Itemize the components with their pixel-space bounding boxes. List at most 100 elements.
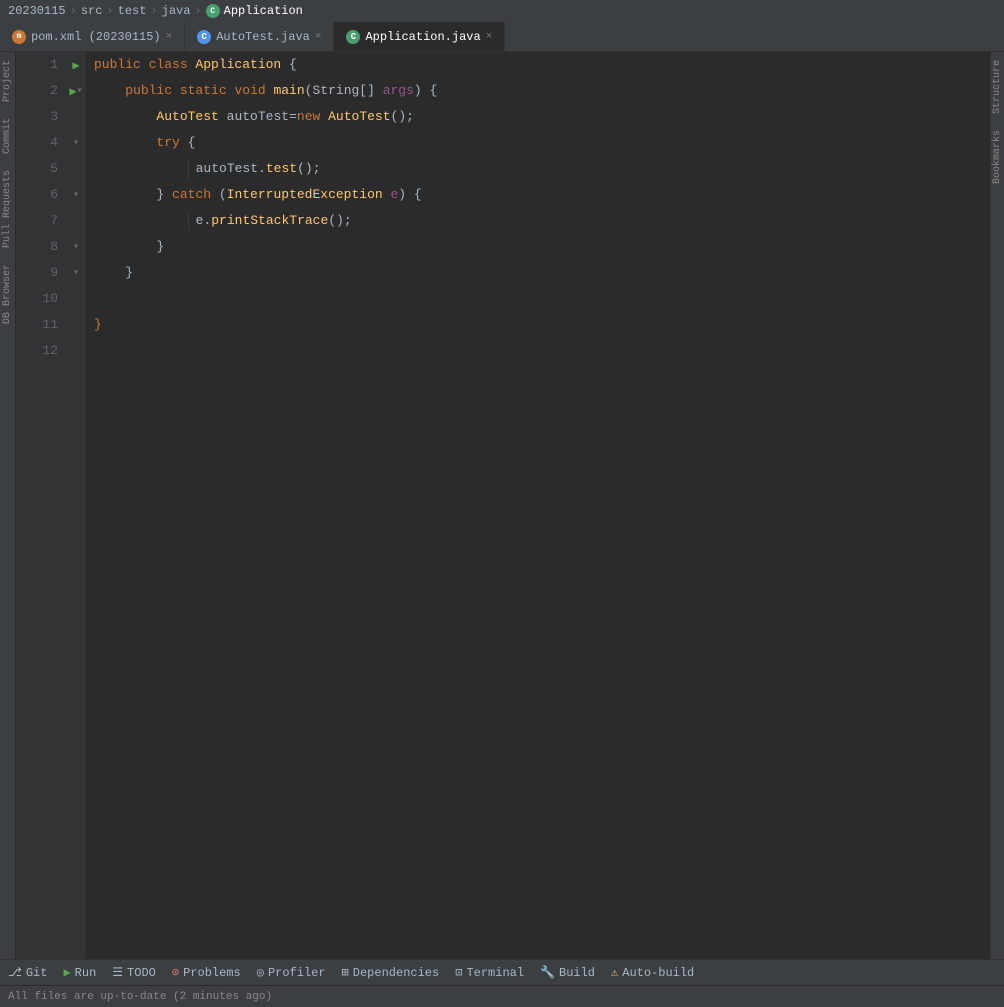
line-num-11: 11	[16, 312, 66, 338]
tab-icon-application: C	[346, 30, 360, 44]
gutter-3	[66, 104, 86, 130]
line-num-6: 6	[16, 182, 66, 208]
sidebar-item-commit[interactable]: Commit	[0, 110, 15, 162]
line-num-5: 5	[16, 156, 66, 182]
todo-icon: ☰	[112, 965, 123, 980]
code-line-3: AutoTest autoTest=new AutoTest();	[94, 104, 982, 130]
toolbar-autobuild-label: Auto-build	[622, 966, 694, 980]
gutter-5	[66, 156, 86, 182]
problems-icon: ⊙	[172, 965, 179, 980]
breadcrumb-item-test[interactable]: test	[118, 4, 147, 18]
fold-icon-8[interactable]: ▾	[73, 241, 79, 253]
sidebar-item-pull-requests[interactable]: Pull Requests	[0, 162, 15, 256]
autobuild-icon: ⚠	[611, 965, 618, 980]
tab-icon-autotest: C	[197, 30, 211, 44]
fold-icon-2[interactable]: ▾	[77, 85, 83, 97]
fold-icon-9[interactable]: ▾	[73, 267, 79, 279]
code-line-8: }	[94, 234, 982, 260]
toolbar-dependencies-label: Dependencies	[353, 966, 439, 980]
toolbar-todo[interactable]: ☰ TODO	[112, 965, 156, 980]
code-line-1: public class Application {	[94, 52, 982, 78]
toolbar-terminal[interactable]: ⊡ Terminal	[455, 965, 524, 980]
code-line-4: try {	[94, 130, 982, 156]
tab-label-application: Application.java	[365, 30, 480, 44]
terminal-icon: ⊡	[455, 965, 462, 980]
code-editor[interactable]: public class Application { public static…	[86, 52, 990, 959]
gutter-fold-9[interactable]: ▾	[66, 260, 86, 286]
tab-close-application[interactable]: ×	[486, 31, 493, 43]
status-text: All files are up-to-date (2 minutes ago)	[8, 991, 272, 1003]
breadcrumb-item-root[interactable]: 20230115	[8, 4, 66, 18]
editor-area: 1 2 3 4 5 6 7 8 9 10 11 12 ▶ ▶ ▾	[16, 52, 990, 959]
gutter-fold-8[interactable]: ▾	[66, 234, 86, 260]
tab-application[interactable]: C Application.java ×	[334, 22, 505, 51]
run-icon-1[interactable]: ▶	[72, 58, 79, 73]
code-line-9: }	[94, 260, 982, 286]
toolbar-profiler-label: Profiler	[268, 966, 326, 980]
git-icon: ⎇	[8, 965, 22, 980]
tab-autotest[interactable]: C AutoTest.java ×	[185, 22, 334, 51]
sidebar-item-db-browser[interactable]: DB Browser	[0, 256, 15, 332]
tab-close-autotest[interactable]: ×	[315, 31, 322, 43]
toolbar-dependencies[interactable]: ⊞ Dependencies	[342, 965, 440, 980]
fold-icon-6[interactable]: ▾	[73, 189, 79, 201]
gutter-11	[66, 312, 86, 338]
gutter-10	[66, 286, 86, 312]
line-num-7: 7	[16, 208, 66, 234]
gutter-run-1[interactable]: ▶	[66, 52, 86, 78]
code-line-2: public static void main(String[] args) {	[94, 78, 982, 104]
toolbar-problems[interactable]: ⊙ Problems	[172, 965, 241, 980]
breadcrumb-item-application[interactable]: Application	[224, 4, 303, 18]
toolbar-build-label: Build	[559, 966, 595, 980]
tab-label-autotest: AutoTest.java	[216, 30, 310, 44]
tabs-bar: m pom.xml (20230115) × C AutoTest.java ×…	[0, 22, 1004, 52]
code-line-12	[94, 338, 982, 364]
sidebar-item-bookmarks[interactable]: Bookmarks	[990, 122, 1004, 192]
gutter-fold-4[interactable]: ▾	[66, 130, 86, 156]
run-icon-2[interactable]: ▶	[69, 84, 76, 99]
run-toolbar-icon: ▶	[63, 965, 70, 980]
left-sidebar: Project Commit Pull Requests DB Browser	[0, 52, 16, 959]
toolbar-profiler[interactable]: ◎ Profiler	[257, 965, 326, 980]
code-line-11: }	[94, 312, 982, 338]
toolbar-run[interactable]: ▶ Run	[63, 965, 96, 980]
dependencies-icon: ⊞	[342, 965, 349, 980]
code-line-6: } catch (InterruptedException e) {	[94, 182, 982, 208]
line-numbers: 1 2 3 4 5 6 7 8 9 10 11 12	[16, 52, 66, 959]
line-num-3: 3	[16, 104, 66, 130]
line-num-12: 12	[16, 338, 66, 364]
code-line-7: e.printStackTrace();	[94, 208, 982, 234]
toolbar-run-label: Run	[75, 966, 97, 980]
sidebar-item-project[interactable]: Project	[0, 52, 15, 110]
code-line-10	[94, 286, 982, 312]
toolbar-build[interactable]: 🔧 Build	[540, 965, 595, 980]
tab-icon-pom: m	[12, 30, 26, 44]
gutter: ▶ ▶ ▾ ▾ ▾ ▾ ▾	[66, 52, 86, 959]
breadcrumb: 20230115 › src › test › java › C Applica…	[0, 0, 1004, 22]
gutter-fold-6[interactable]: ▾	[66, 182, 86, 208]
toolbar-problems-label: Problems	[183, 966, 241, 980]
code-line-5: autoTest.test();	[94, 156, 982, 182]
toolbar-terminal-label: Terminal	[466, 966, 524, 980]
line-num-4: 4	[16, 130, 66, 156]
tab-close-pom[interactable]: ×	[166, 31, 173, 43]
gutter-run-2[interactable]: ▶ ▾	[66, 78, 86, 104]
bottom-toolbar: ⎇ Git ▶ Run ☰ TODO ⊙ Problems ◎ Profiler…	[0, 959, 1004, 985]
tab-label-pom: pom.xml (20230115)	[31, 30, 161, 44]
toolbar-git[interactable]: ⎇ Git	[8, 965, 47, 980]
build-icon: 🔧	[540, 965, 555, 980]
line-num-10: 10	[16, 286, 66, 312]
breadcrumb-item-java[interactable]: java	[162, 4, 191, 18]
fold-icon-4[interactable]: ▾	[73, 137, 79, 149]
toolbar-git-label: Git	[26, 966, 48, 980]
line-num-1: 1	[16, 52, 66, 78]
tab-pom[interactable]: m pom.xml (20230115) ×	[0, 22, 185, 51]
toolbar-autobuild[interactable]: ⚠ Auto-build	[611, 965, 694, 980]
breadcrumb-java-icon: C	[206, 4, 220, 18]
line-num-2: 2	[16, 78, 66, 104]
toolbar-todo-label: TODO	[127, 966, 156, 980]
gutter-7	[66, 208, 86, 234]
breadcrumb-item-src[interactable]: src	[81, 4, 103, 18]
status-bar: All files are up-to-date (2 minutes ago)	[0, 985, 1004, 1007]
sidebar-item-structure[interactable]: Structure	[990, 52, 1004, 122]
